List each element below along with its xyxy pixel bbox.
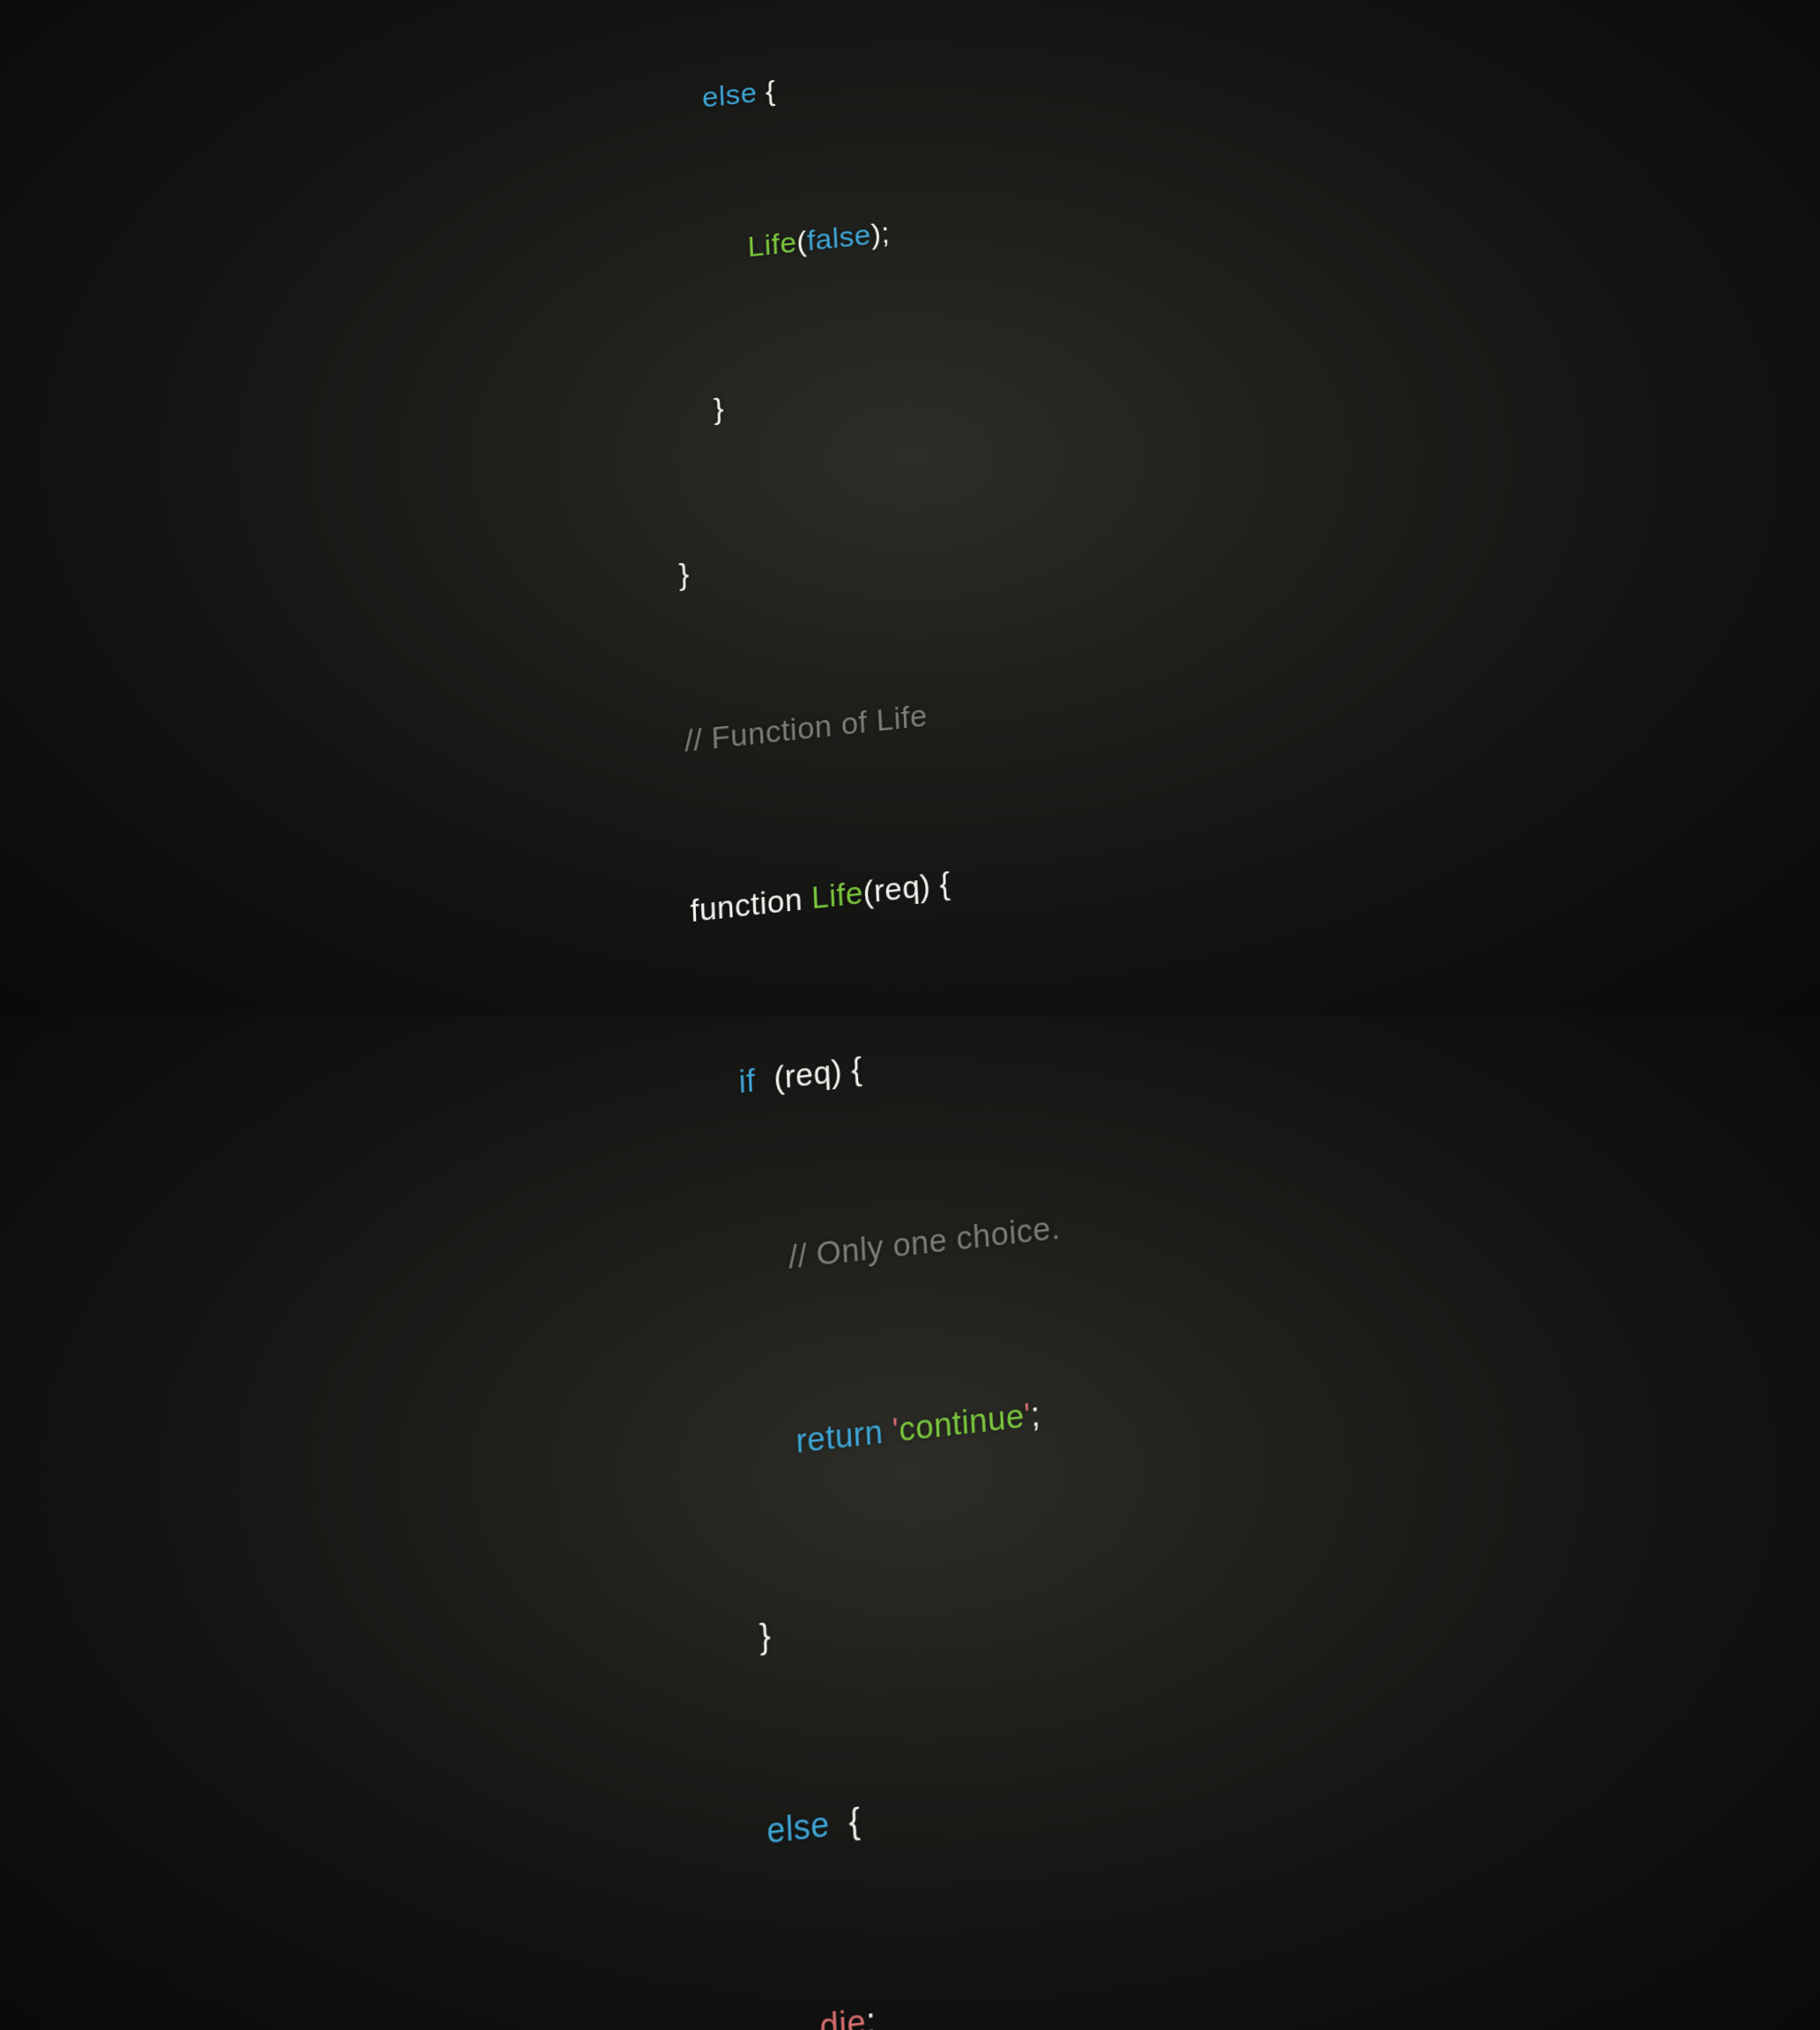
kw-else: else (701, 77, 758, 114)
fn-life: Life (747, 226, 797, 263)
code-line: if (req) { (696, 1011, 1191, 1109)
code-line: die; (728, 1952, 1259, 2030)
code-line: } (714, 1560, 1231, 1667)
code-poster: Your Life // Your Birth $duration = rand… (618, 0, 1309, 2030)
code-line: else { (721, 1753, 1245, 1863)
code-line: Life(false); (668, 189, 1132, 276)
code-line: // Function of Life (684, 670, 1166, 764)
kw-function: function (690, 881, 812, 930)
comment-only-choice: // Only one choice. (788, 1208, 1061, 1276)
code-line: } (673, 346, 1143, 434)
code-line: // Only one choice. (702, 1189, 1204, 1290)
code-line: function Life(req) { (690, 839, 1179, 934)
str-continue: continue (898, 1397, 1025, 1449)
code-line: else { (662, 38, 1121, 122)
fn-life-def: Life (810, 876, 863, 917)
kw-if: if (738, 1062, 756, 1100)
kw-return: return (795, 1411, 893, 1461)
comment-func: // Function of Life (684, 698, 928, 759)
kw-die: die (819, 2001, 868, 2030)
code-line: } (678, 506, 1155, 596)
code-line: return 'continue'; (708, 1373, 1217, 1477)
kw-else: else (766, 1804, 831, 1852)
bool-false: false (806, 219, 872, 257)
